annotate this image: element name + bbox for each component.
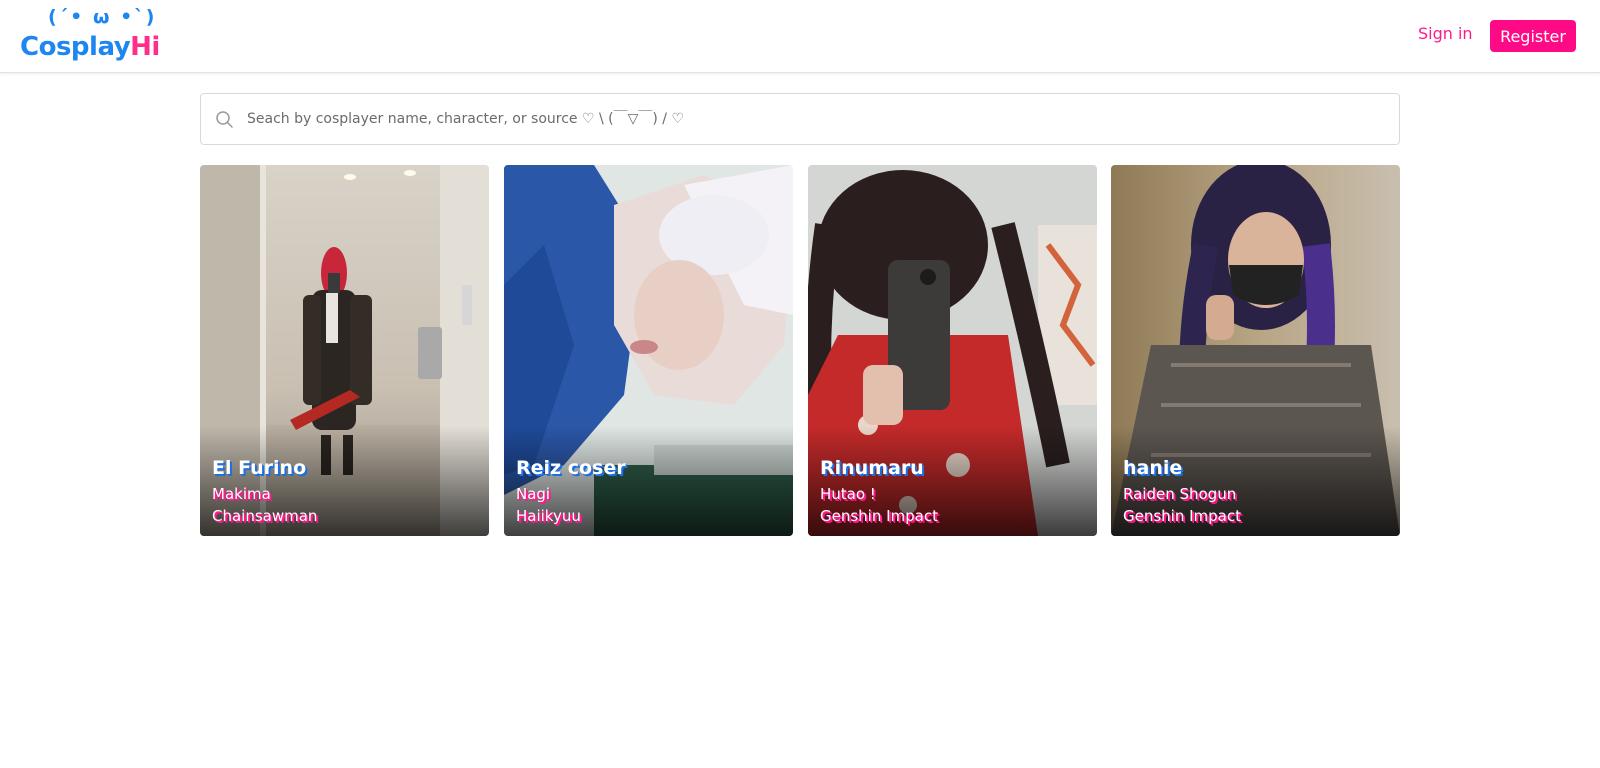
top-navbar: (´• ω •`) CosplayHi Sign in Register — [0, 0, 1600, 73]
source-name: Genshin Impact — [820, 507, 939, 525]
logo-wordmark: CosplayHi — [20, 32, 160, 62]
cosplayer-name: hanie — [1123, 457, 1183, 479]
cosplayer-card[interactable]: Rinumaru Hutao ! Genshin Impact — [808, 165, 1097, 536]
source-name: Chainsawman — [212, 507, 318, 525]
cosplayer-card-grid: El Furino Makima Chainsawman Reiz coser … — [200, 165, 1400, 536]
cosplayer-card[interactable]: hanie Raiden Shogun Genshin Impact — [1111, 165, 1400, 536]
logo[interactable]: (´• ω •`) CosplayHi — [20, 6, 170, 66]
logo-cosplay-text: Cosplay — [20, 32, 131, 62]
register-button[interactable]: Register — [1490, 20, 1576, 52]
character-name: Nagi — [516, 485, 551, 503]
search-input[interactable] — [247, 94, 1387, 144]
logo-emoticon: (´• ω •`) — [48, 6, 157, 28]
source-name: Haiikyuu — [516, 507, 581, 525]
character-name: Raiden Shogun — [1123, 485, 1237, 503]
cosplayer-card[interactable]: Reiz coser Nagi Haiikyuu — [504, 165, 793, 536]
cosplayer-card[interactable]: El Furino Makima Chainsawman — [200, 165, 489, 536]
source-name: Genshin Impact — [1123, 507, 1242, 525]
sign-in-link[interactable]: Sign in — [1418, 24, 1473, 43]
cosplayer-name: Rinumaru — [820, 457, 924, 479]
cosplayer-name: El Furino — [212, 457, 307, 479]
search-bar[interactable] — [200, 93, 1400, 145]
search-icon — [215, 110, 235, 130]
logo-hi-text: Hi — [130, 32, 160, 62]
cosplayer-name: Reiz coser — [516, 457, 626, 479]
character-name: Hutao ! — [820, 485, 876, 503]
character-name: Makima — [212, 485, 271, 503]
